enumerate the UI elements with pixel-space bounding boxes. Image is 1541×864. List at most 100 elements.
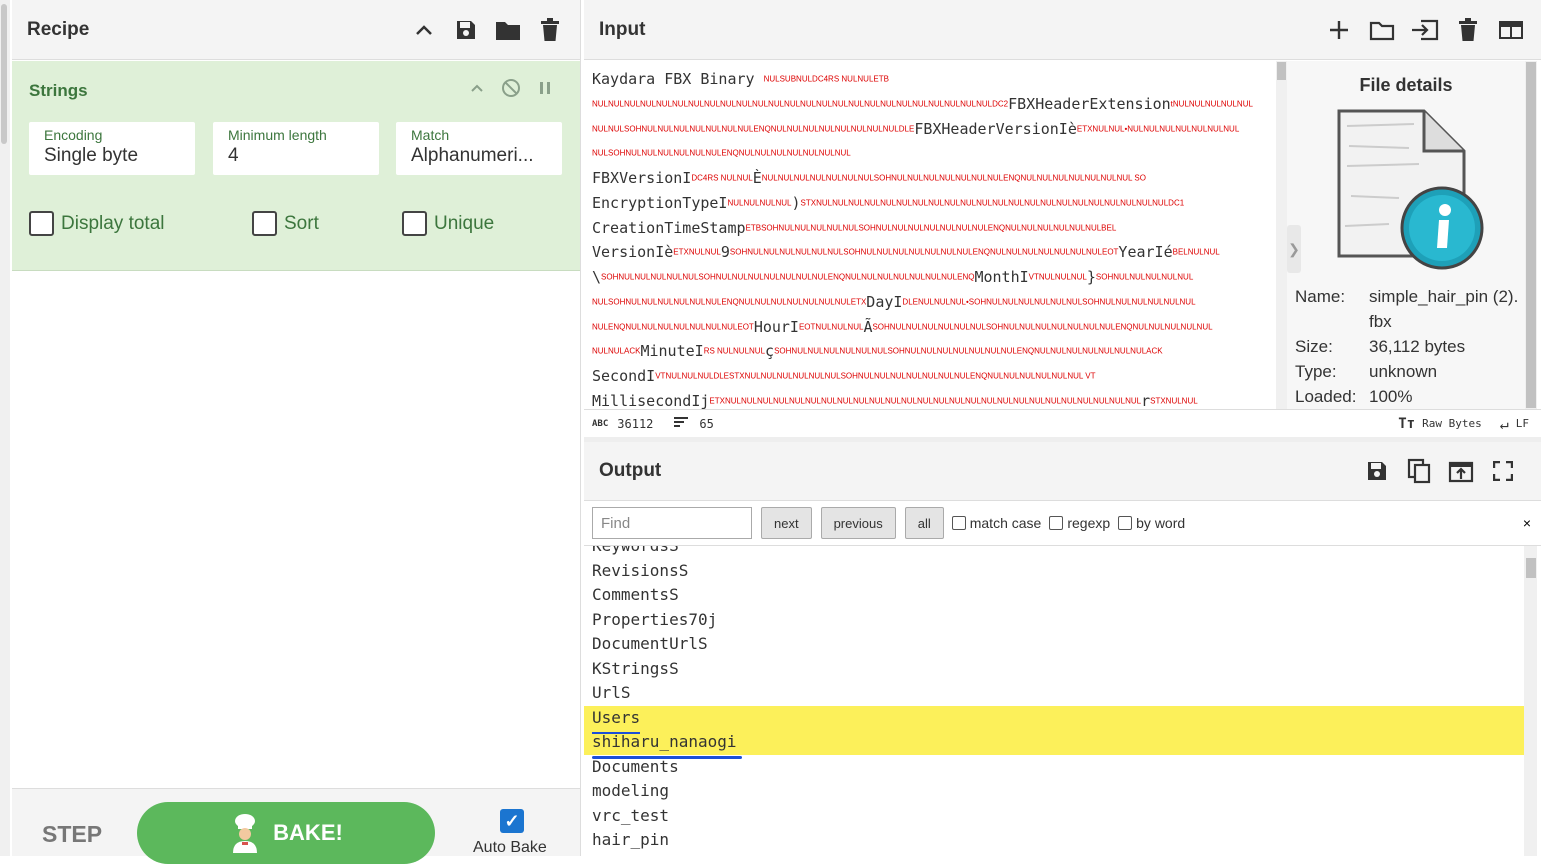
- input-title: Input: [599, 18, 646, 40]
- strings-operation: Strings Encoding Single byte Minimum len…: [12, 61, 580, 271]
- auto-bake-label: Auto Bake: [473, 839, 547, 856]
- output-scrollbar[interactable]: [1524, 546, 1537, 856]
- auto-bake-checkbox[interactable]: ✓: [500, 809, 524, 833]
- control-char-run: NULNULSOHNULNULNULNULNULNULNULENQNULNULN…: [592, 123, 915, 133]
- regexp-label: regexp: [1067, 515, 1111, 531]
- input-text-run: ç: [765, 342, 775, 361]
- by-word-checkbox[interactable]: by word: [1118, 515, 1185, 531]
- add-tab-icon[interactable]: [1321, 12, 1357, 48]
- users-match-underline: [592, 732, 640, 734]
- input-eol[interactable]: LF: [1516, 417, 1529, 430]
- replace-input-icon[interactable]: [1443, 453, 1479, 489]
- save-recipe-icon[interactable]: [448, 12, 484, 48]
- output-line: shiharu_nanaogi: [584, 730, 1524, 755]
- find-all-button[interactable]: all: [904, 507, 944, 539]
- control-char-run: STXNULNULNULNULNULNULNULNULNULNULNULNULN…: [800, 198, 1185, 207]
- match-select[interactable]: Match Alphanumeri...: [396, 122, 562, 175]
- input-text-run: EncryptionTypeI: [592, 193, 728, 212]
- left-scrollbar-thumb[interactable]: [1, 4, 7, 144]
- control-char-run: STXNULNUL: [1150, 396, 1198, 405]
- input-text-run: SecondI: [592, 367, 656, 385]
- file-details-title: File details: [1359, 75, 1453, 95]
- input-text-run: FBXVersionI: [592, 169, 692, 187]
- control-char-run: EOTNULNULNUL: [798, 321, 864, 331]
- regexp-checkbox[interactable]: regexp: [1049, 515, 1110, 531]
- encoding-label: Encoding: [44, 127, 103, 143]
- left-scrollbar[interactable]: [0, 0, 10, 856]
- unique-checkbox[interactable]: Unique: [402, 211, 494, 236]
- control-char-run: NULENQNULNULNULNULNULNULNULEOT: [592, 321, 754, 331]
- minimum-length-value: 4: [228, 145, 239, 166]
- encoding-select[interactable]: Encoding Single byte: [29, 122, 195, 175]
- input-text-run: FBXHeaderVersionIè: [914, 119, 1077, 138]
- file-type-value: unknown: [1369, 362, 1438, 381]
- char-count-icon: ABC: [592, 418, 609, 429]
- collapse-operation-icon[interactable]: [464, 75, 490, 101]
- input-text-run: }: [1086, 268, 1096, 286]
- clear-input-icon[interactable]: [1450, 12, 1486, 48]
- find-input[interactable]: Find: [592, 507, 752, 539]
- match-case-checkbox[interactable]: match case: [951, 515, 1041, 531]
- details-scrollbar-thumb[interactable]: [1526, 62, 1536, 408]
- output-scrollbar-thumb[interactable]: [1526, 558, 1536, 578]
- open-file-icon[interactable]: [1407, 12, 1443, 48]
- input-scrollbar[interactable]: [1276, 61, 1287, 409]
- match-case-box[interactable]: [951, 516, 966, 530]
- input-encoding[interactable]: Raw Bytes: [1422, 417, 1482, 430]
- input-line: NULNULACKMinuteIRS NULNULNULçSOHNULNULNU…: [592, 339, 1274, 364]
- file-type-row: Type: unknown: [1295, 362, 1437, 382]
- pause-operation-icon[interactable]: [532, 75, 558, 101]
- minimum-length-input[interactable]: Minimum length 4: [213, 122, 379, 175]
- sort-box[interactable]: [252, 211, 277, 236]
- control-char-run: NULSUBNULDC4RS NULNULETB: [763, 74, 889, 84]
- input-text-run: MillisecondIj: [592, 391, 710, 409]
- details-toggle-icon[interactable]: ❯: [1287, 225, 1301, 273]
- find-next-button[interactable]: next: [761, 507, 812, 539]
- encoding-icon[interactable]: Tт: [1398, 416, 1415, 432]
- save-output-icon[interactable]: [1359, 453, 1395, 489]
- output-line: Users: [584, 705, 1524, 730]
- reset-layout-icon[interactable]: [1493, 12, 1529, 48]
- maximise-output-icon[interactable]: [1485, 453, 1521, 489]
- collapse-all-icon[interactable]: [406, 12, 442, 48]
- output-line: UrlS: [592, 683, 631, 702]
- output-line: KeywordsS: [584, 546, 1524, 559]
- sort-checkbox[interactable]: Sort: [252, 211, 319, 236]
- disable-operation-icon[interactable]: [498, 75, 524, 101]
- input-text-run: \: [592, 268, 602, 286]
- eol-icon[interactable]: ↵: [1500, 415, 1509, 433]
- clear-recipe-icon[interactable]: [532, 12, 568, 48]
- file-size-row: Size: 36,112 bytes: [1295, 337, 1465, 357]
- input-textarea[interactable]: Kaydara FBX Binary NULSUBNULDC4RS NULNUL…: [584, 61, 1274, 409]
- regexp-box[interactable]: [1049, 516, 1064, 530]
- output-textarea[interactable]: KeywordsSRevisionsS CommentsS Properties70…: [584, 546, 1524, 856]
- unique-box[interactable]: [402, 211, 427, 236]
- control-char-run: NULNULNULNULNULNULNULNULNULNULNULNULNULN…: [592, 99, 1009, 108]
- control-char-run: NULSOHNULNULNULNULNULNULENQNULNULNULNULN…: [592, 148, 851, 158]
- display-total-checkbox[interactable]: Display total: [29, 211, 165, 236]
- file-name-value-cont: fbx: [1369, 312, 1392, 331]
- bake-button[interactable]: BAKE!: [137, 802, 435, 864]
- display-total-box[interactable]: [29, 211, 54, 236]
- input-line: NULSOHNULNULNULNULNULNULENQNULNULNULNULN…: [592, 290, 1274, 315]
- step-button[interactable]: STEP: [42, 821, 102, 848]
- copy-output-icon[interactable]: [1401, 453, 1437, 489]
- output-line: KStringsS: [592, 658, 679, 678]
- control-char-run: SOHNULNULNULNULNULSOHNULNULNULNULNULNULN…: [601, 272, 975, 282]
- control-char-run: SOHNULNULNULNULNULNULSOHNULNULNULNULNULN…: [872, 321, 1213, 331]
- load-recipe-icon[interactable]: [490, 12, 526, 48]
- open-folder-icon[interactable]: [1364, 12, 1400, 48]
- input-line: NULNULNULNULNULNULNULNULNULNULNULNULNULN…: [592, 92, 1274, 117]
- input-header: Input: [584, 0, 1541, 60]
- close-find-icon[interactable]: ×: [1523, 515, 1531, 531]
- find-previous-button[interactable]: previous: [820, 507, 896, 539]
- input-scrollbar-thumb[interactable]: [1277, 62, 1286, 80]
- control-char-run: ETXNULNUL•NULNULNULNULNULNULNUL: [1076, 123, 1240, 133]
- control-char-run: SOHNULNULNULNULNUL: [1095, 272, 1194, 282]
- username-match-underline: [592, 756, 742, 759]
- file-size-value: 36,112 bytes: [1369, 337, 1466, 356]
- file-size-label: Size:: [1295, 337, 1333, 356]
- control-char-run: RS NULNULNUL: [703, 346, 766, 356]
- input-text-run: MinuteI: [640, 342, 704, 361]
- by-word-box[interactable]: [1118, 516, 1133, 530]
